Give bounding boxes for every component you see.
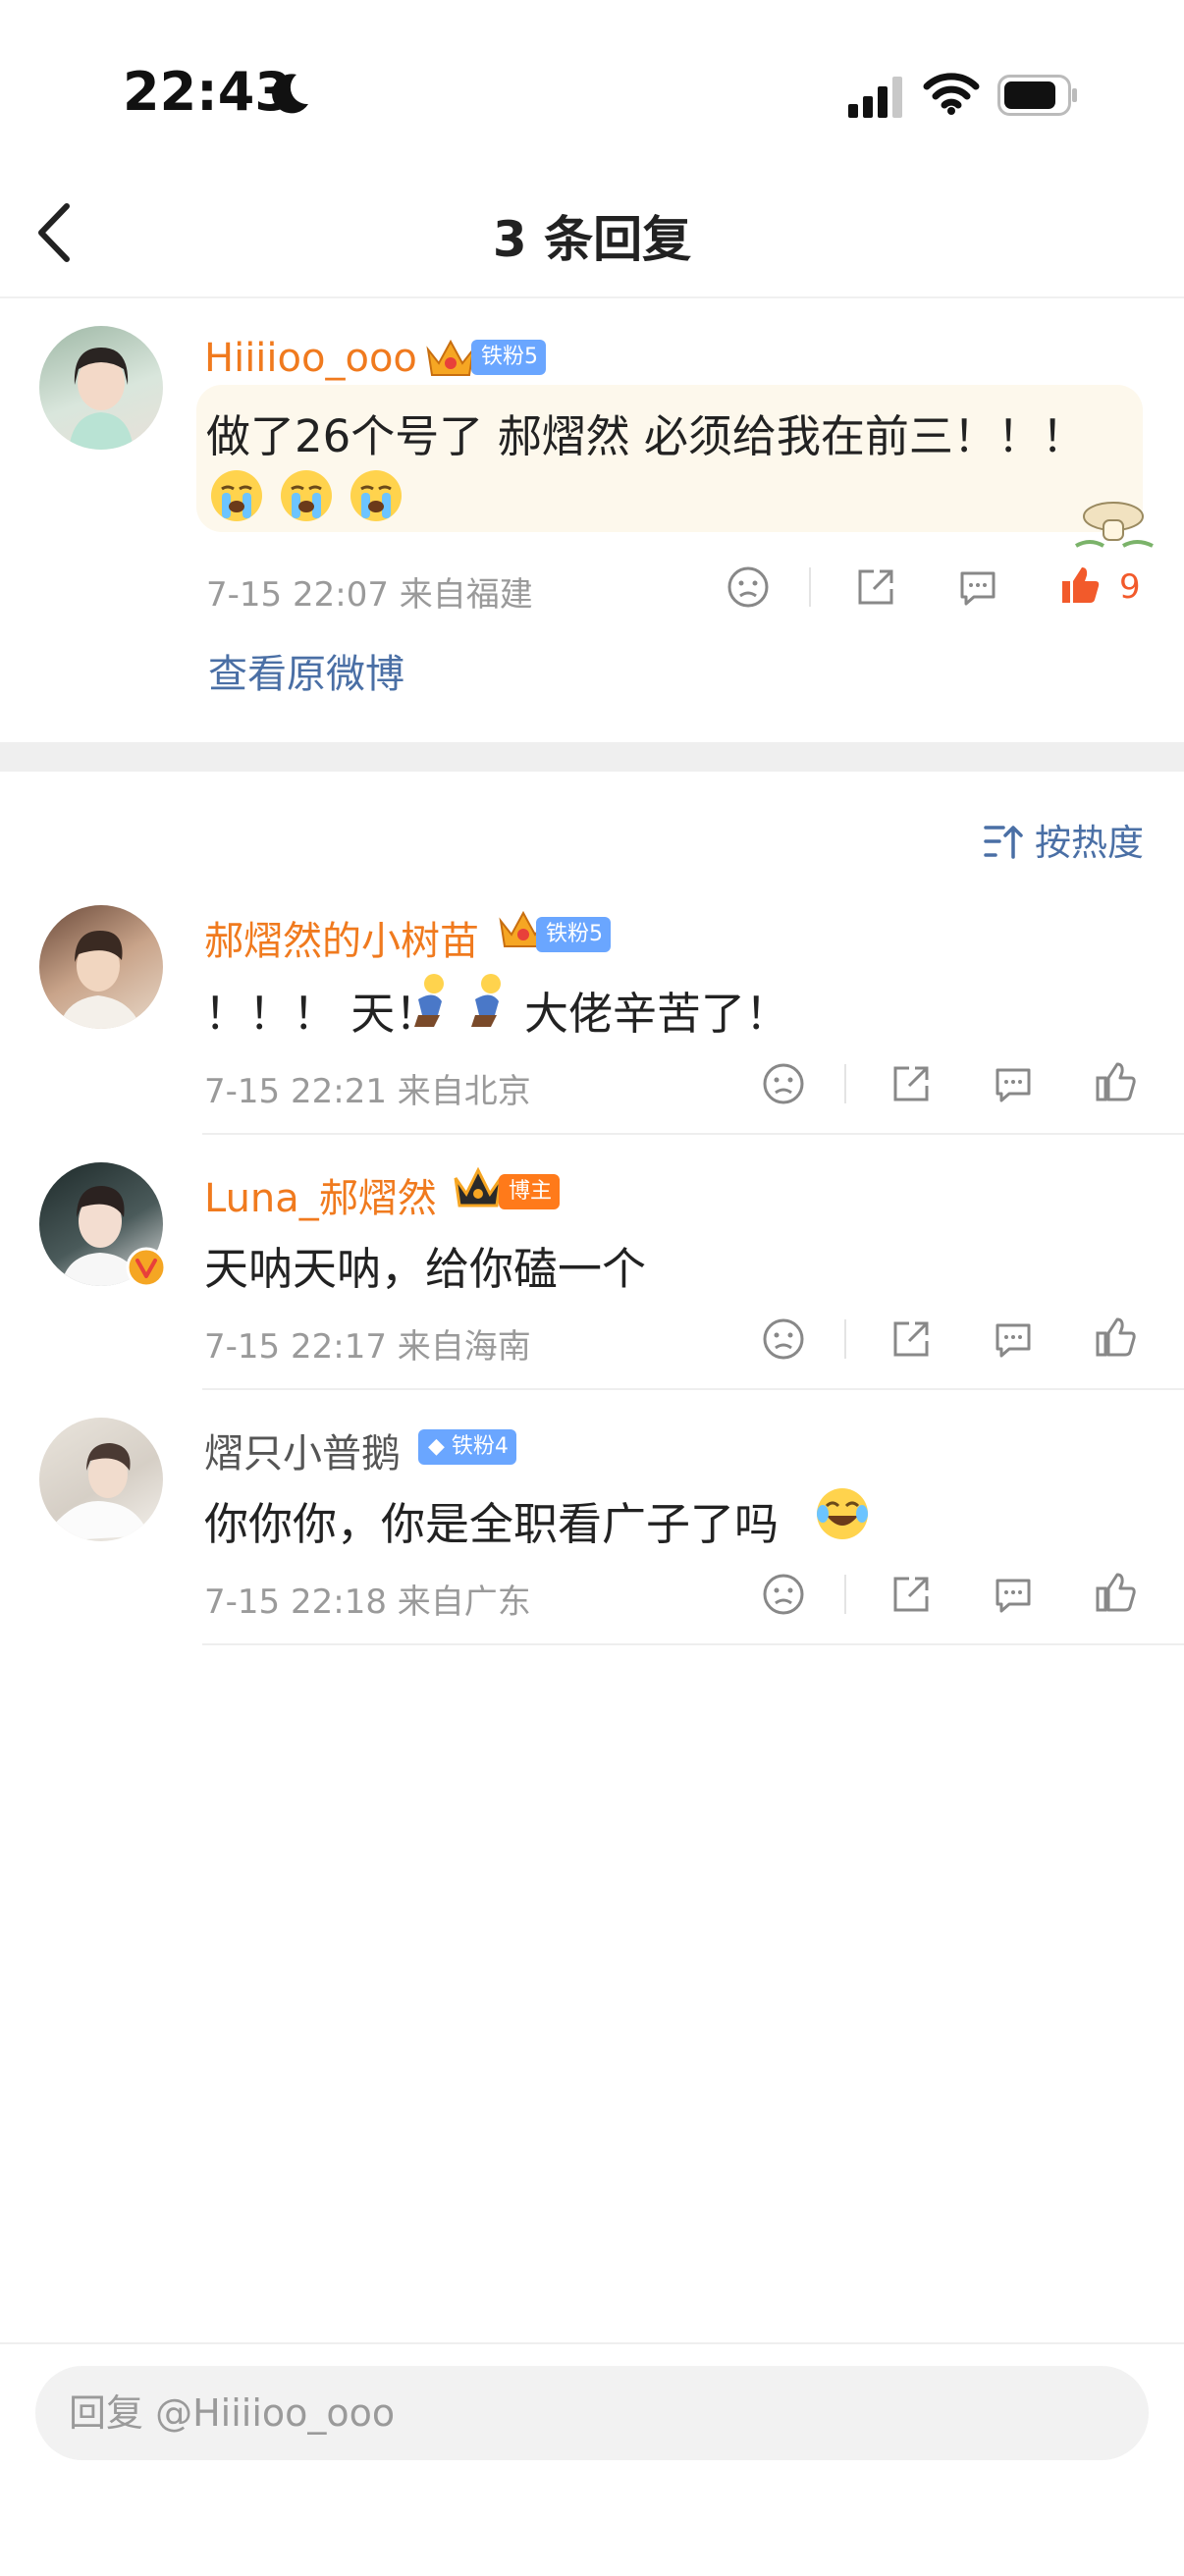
battery-icon	[997, 75, 1077, 116]
verified-v-badge-icon	[126, 1247, 167, 1288]
main-comment-like-count: 9	[1119, 567, 1141, 607]
like-icon[interactable]	[1094, 1571, 1137, 1614]
fan-crown-icon	[426, 339, 475, 376]
view-original-link[interactable]: 查看原微博	[208, 642, 404, 699]
like-icon[interactable]	[1094, 1060, 1137, 1103]
main-comment-username[interactable]: Hiiiioo_ooo	[204, 336, 417, 381]
reply-2-text: 天呐天呐，给你磕一个	[204, 1243, 647, 1295]
sort-by-heat[interactable]: 按热度	[1035, 813, 1144, 866]
fan-level-text: 铁粉4	[451, 1434, 509, 1459]
crying-emoji-icon	[211, 470, 262, 521]
reply-3-text: 你你你，你是全职看广子了吗	[204, 1498, 780, 1550]
fan-level-badge: 铁粉5	[536, 917, 611, 952]
row-divider	[202, 1133, 1184, 1135]
main-comment-meta: 7-15 22:07 来自福建	[206, 575, 533, 615]
section-divider	[0, 742, 1184, 772]
share-icon[interactable]	[854, 565, 897, 609]
cellular-signal-icon	[848, 77, 902, 118]
row-divider	[202, 1643, 1184, 1645]
comment-icon[interactable]	[992, 1317, 1035, 1361]
like-filled-icon[interactable]	[1058, 564, 1102, 607]
share-icon[interactable]	[889, 1317, 933, 1361]
avatar-reply-1[interactable]	[39, 905, 163, 1029]
kneeling-figure-emoji-icon	[414, 974, 444, 1027]
wifi-icon	[923, 73, 980, 115]
laughing-crying-emoji-icon	[817, 1488, 868, 1539]
reply-2-meta: 7-15 22:17 来自海南	[204, 1327, 531, 1367]
avatar-image	[69, 348, 134, 450]
crying-emoji-icon	[281, 470, 333, 521]
separator	[844, 1319, 846, 1359]
share-icon[interactable]	[889, 1573, 933, 1616]
mushroom-decoration-icon	[1075, 502, 1154, 548]
moon-icon	[272, 74, 308, 114]
share-icon[interactable]	[889, 1062, 933, 1105]
avatar-image	[53, 1443, 149, 1541]
dislike-face-icon[interactable]	[727, 565, 770, 609]
reply-1-text-b: 大佬辛苦了！	[524, 988, 790, 1040]
like-icon[interactable]	[1094, 1315, 1137, 1359]
dislike-face-icon[interactable]	[762, 1573, 805, 1616]
main-comment-emojis	[208, 467, 404, 524]
row-divider	[202, 1388, 1184, 1390]
reply-2-username[interactable]: Luna_郝熠然	[204, 1166, 437, 1223]
comment-icon[interactable]	[992, 1062, 1035, 1105]
status-bar: 22:43	[0, 0, 1184, 167]
diamond-icon: ◆	[428, 1434, 452, 1459]
separator	[844, 1575, 846, 1614]
fan-level-badge: 铁粉5	[471, 340, 546, 375]
kneeling-figure-emoji-icon	[471, 974, 501, 1027]
reply-3-username[interactable]: 熠只小普鹅	[204, 1422, 401, 1478]
reply-1-meta: 7-15 22:21 来自北京	[204, 1072, 531, 1111]
sort-icon[interactable]	[984, 817, 1025, 866]
blogger-badge: 博主	[499, 1174, 561, 1209]
comment-icon[interactable]	[956, 565, 999, 609]
blogger-crown-icon	[454, 1166, 503, 1208]
reply-3-meta: 7-15 22:18 来自广东	[204, 1583, 531, 1622]
avatar-reply-3[interactable]	[39, 1418, 163, 1541]
dislike-face-icon[interactable]	[762, 1062, 805, 1105]
avatar-main-comment[interactable]	[39, 326, 163, 450]
separator	[809, 567, 811, 607]
comment-icon[interactable]	[992, 1573, 1035, 1616]
main-comment-text: 做了26个号了 郝熠然 必须给我在前三！！！	[206, 410, 1086, 462]
avatar-image	[59, 931, 141, 1029]
fan-level-badge: ◆ 铁粉4	[418, 1429, 516, 1465]
page-title: 3 条回复	[492, 211, 692, 268]
separator	[844, 1064, 846, 1103]
nav-bar: 3 条回复	[0, 167, 1184, 298]
reply-input[interactable]: 回复 @Hiiiioo_ooo	[35, 2366, 1149, 2460]
reply-1-username[interactable]: 郝熠然的小树苗	[204, 909, 479, 966]
crying-emoji-icon	[350, 470, 403, 521]
dislike-face-icon[interactable]	[762, 1317, 805, 1361]
